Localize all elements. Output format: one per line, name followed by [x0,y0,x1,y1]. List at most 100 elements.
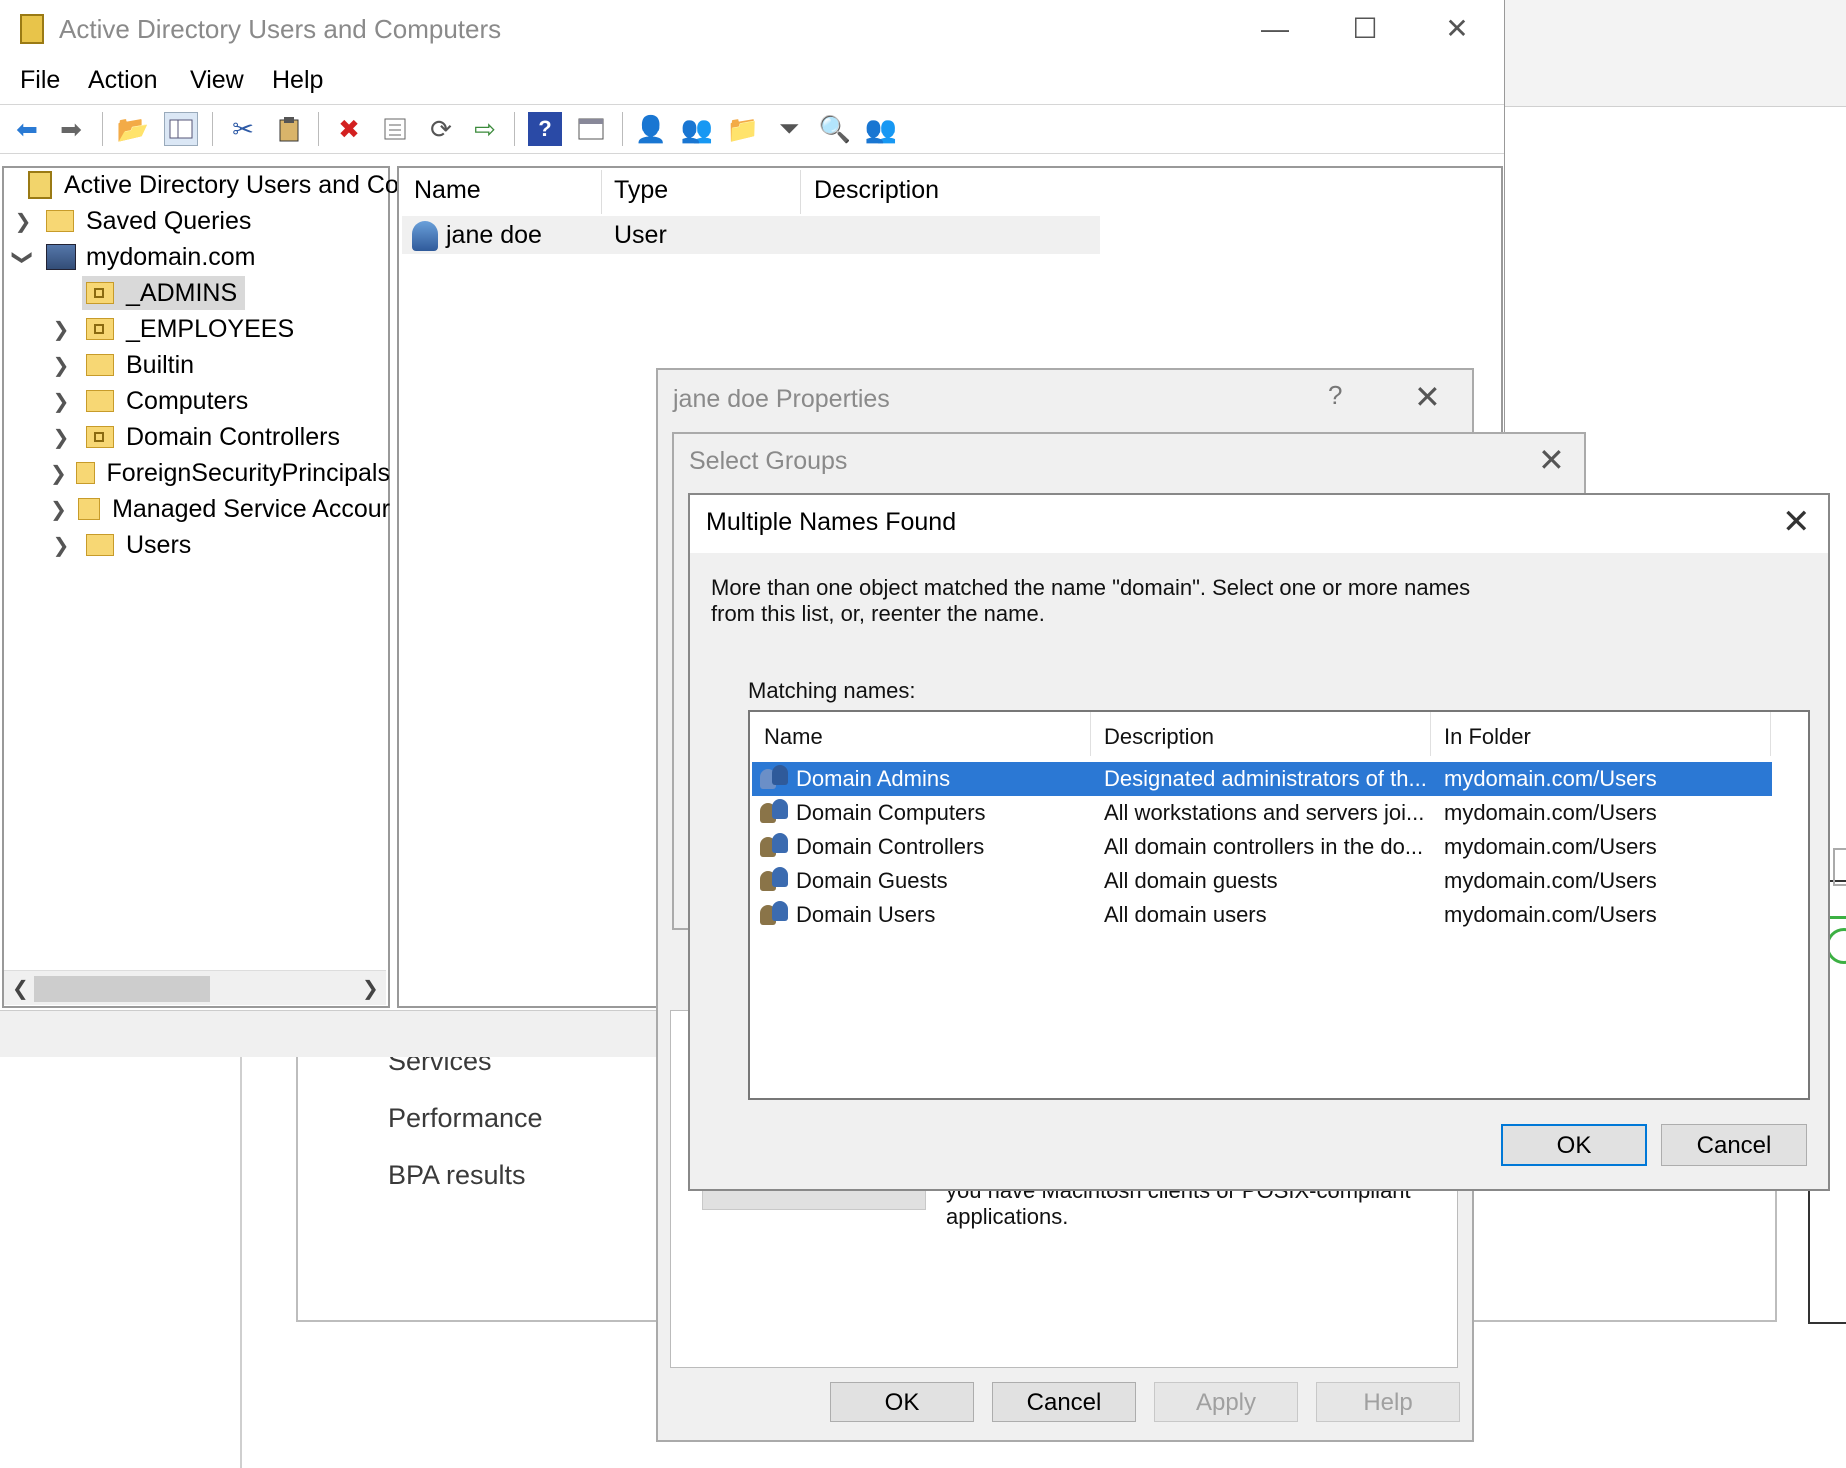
chevron-right-icon[interactable]: ❯ [50,353,72,378]
menu-help[interactable]: Help [272,66,323,95]
table-row[interactable]: Domain Computers All workstations and se… [752,796,1772,830]
table-row[interactable]: Domain Controllers All domain controller… [752,830,1772,864]
tree-item-employees[interactable]: ❯ _EMPLOYEES [50,312,295,346]
scroll-left-icon[interactable]: ❮ [12,976,29,1001]
toolbar-separator [102,112,103,146]
properties-icon[interactable] [378,112,412,146]
chevron-right-icon[interactable]: ❯ [50,497,67,522]
scroll-right-icon[interactable]: ❯ [362,976,379,1001]
column-divider[interactable] [800,170,801,214]
new-group-icon[interactable]: 👥 [680,112,714,146]
close-icon[interactable]: ✕ [1414,378,1441,416]
help-icon[interactable]: ? [528,112,562,146]
table-row[interactable]: Domain Guests All domain guests mydomain… [752,864,1772,898]
row-folder: mydomain.com/Users [1444,868,1657,893]
tree-item-foreign-security-principals[interactable]: ❯ ForeignSecurityPrincipals [50,456,390,490]
folder-icon [86,390,114,412]
row-description: Designated administrators of th... [1104,766,1427,791]
help-dialog-button[interactable]: Help [1316,1382,1460,1422]
menu-action[interactable]: Action [88,66,157,95]
column-header-type[interactable]: Type [614,176,668,205]
add-to-group-icon[interactable]: 👥 [864,112,898,146]
menu-file[interactable]: File [20,66,60,95]
tree-item-users[interactable]: ❯ Users [50,528,192,562]
bpa-results-link[interactable]: BPA results [388,1160,526,1191]
group-icon [760,867,790,895]
tree-item-managed-service-accounts[interactable]: ❯ Managed Service Accour [50,492,390,526]
tree-item-label: _EMPLOYEES [126,314,295,343]
minimize-button[interactable]: — [1250,12,1300,46]
cancel-button[interactable]: Cancel [1661,1124,1807,1166]
folder-icon [75,462,95,484]
column-header-name[interactable]: Name [764,724,823,750]
tree-root[interactable]: Active Directory Users and Com [28,168,420,202]
column-divider[interactable] [1770,712,1771,756]
back-icon[interactable]: ⬅ [10,112,44,146]
window-title: Active Directory Users and Computers [59,14,502,44]
ok-button[interactable]: OK [830,1382,974,1422]
background-sidebar-divider [240,1056,242,1468]
chevron-right-icon[interactable]: ❯ [50,389,72,414]
background-tile-edge [1833,848,1846,886]
help-button[interactable]: ? [1328,380,1342,411]
ok-button[interactable]: OK [1501,1124,1647,1166]
maximize-button[interactable]: ☐ [1340,12,1390,46]
row-folder: mydomain.com/Users [1444,766,1657,791]
filter-icon[interactable]: ⏷ [772,112,806,146]
new-user-icon[interactable]: 👤 [634,112,668,146]
new-ou-icon[interactable]: 📁 [726,112,760,146]
close-icon[interactable]: ✕ [1538,441,1565,479]
forward-icon[interactable]: ➡ [54,112,88,146]
up-folder-icon[interactable]: 📂 [116,112,150,146]
table-row[interactable]: Domain Users All domain users mydomain.c… [752,898,1772,932]
column-header-description[interactable]: Description [814,176,939,205]
tree-item-admins[interactable]: _ADMINS [82,276,246,310]
paste-icon[interactable] [272,112,306,146]
console-icon[interactable] [574,112,608,146]
ou-folder-icon [86,318,114,340]
chevron-right-icon[interactable]: ❯ [50,533,72,558]
row-folder: mydomain.com/Users [1444,800,1657,825]
tree-item-domain[interactable]: ❯ mydomain.com [12,240,256,274]
aduc-app-icon [20,14,44,44]
export-icon[interactable]: ⇨ [468,112,502,146]
close-button[interactable]: ✕ [1432,12,1482,46]
folder-icon [86,354,114,376]
column-divider[interactable] [1430,712,1431,756]
scrollbar-thumb[interactable] [34,976,210,1002]
table-row[interactable]: Domain Admins Designated administrators … [752,762,1772,796]
cut-icon[interactable]: ✂ [226,112,260,146]
column-header-description[interactable]: Description [1104,724,1214,750]
apply-button[interactable]: Apply [1154,1382,1298,1422]
chevron-right-icon[interactable]: ❯ [50,425,72,450]
background-divider [1505,106,1846,107]
performance-link[interactable]: Performance [388,1103,543,1134]
find-icon[interactable]: 🔍 [818,112,852,146]
menu-view[interactable]: View [190,66,244,95]
delete-icon[interactable]: ✖ [332,112,366,146]
chevron-right-icon[interactable]: ❯ [50,461,67,486]
show-tree-icon[interactable] [164,112,198,146]
chevron-down-icon[interactable]: ❯ [11,246,36,268]
column-divider[interactable] [601,170,602,214]
tree-item-computers[interactable]: ❯ Computers [50,384,249,418]
refresh-icon[interactable]: ⟳ [424,112,458,146]
tree-item-label: Users [126,530,192,559]
close-icon[interactable]: ✕ [1782,502,1811,542]
column-divider[interactable] [1090,712,1091,756]
column-header-name[interactable]: Name [414,176,481,205]
ou-folder-icon [86,426,114,448]
tree-item-domain-controllers[interactable]: ❯ Domain Controllers [50,420,340,454]
group-icon [760,799,790,827]
cancel-button[interactable]: Cancel [992,1382,1136,1422]
column-header-folder[interactable]: In Folder [1444,724,1531,750]
chevron-right-icon[interactable]: ❯ [12,209,34,234]
toolbar-separator [318,112,319,146]
row-folder: mydomain.com/Users [1444,902,1657,927]
row-description: All domain guests [1104,868,1278,893]
tree-item-saved-queries[interactable]: ❯ Saved Queries [12,204,252,238]
tree-item-builtin[interactable]: ❯ Builtin [50,348,194,382]
properties-dialog-title: jane doe Properties [673,385,890,413]
chevron-right-icon[interactable]: ❯ [50,317,72,342]
tree-item-label: Builtin [126,350,195,379]
